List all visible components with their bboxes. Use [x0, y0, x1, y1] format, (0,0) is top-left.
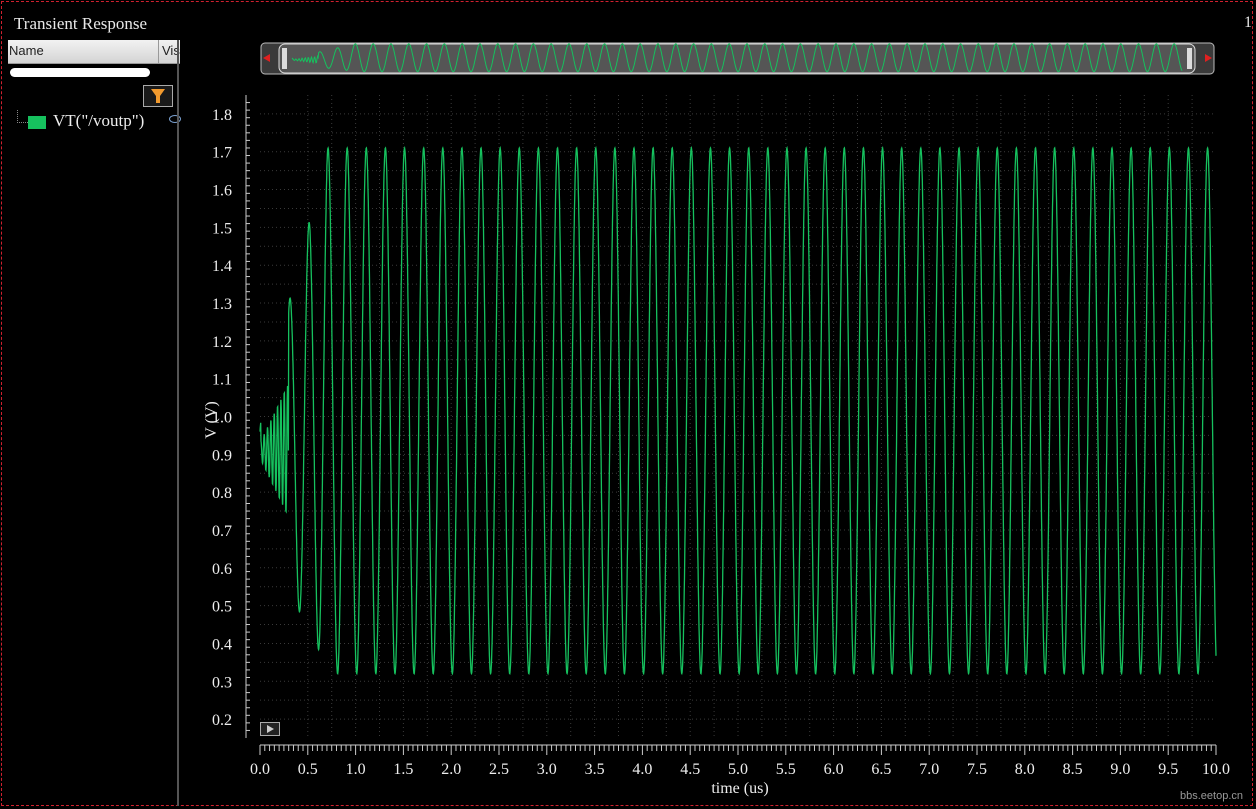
x-tick-label: 0.0 [250, 761, 270, 778]
y-tick-label: 0.7 [212, 523, 232, 540]
x-tick-label: 8.5 [1063, 761, 1083, 778]
x-tick-label: 7.5 [967, 761, 987, 778]
waveform-chart: 0.20.30.40.50.60.70.80.91.01.11.21.31.41… [212, 42, 1230, 778]
y-tick-label: 1.1 [212, 372, 232, 389]
y-tick-label: 1.4 [212, 258, 232, 275]
x-tick-label: 9.5 [1158, 761, 1178, 778]
y-axis-title: V (V) [203, 401, 220, 439]
x-tick-label: 4.5 [680, 761, 700, 778]
x-tick-label: 2.5 [489, 761, 509, 778]
y-tick-label: 1.3 [212, 296, 232, 313]
x-tick-label: 2.0 [441, 761, 461, 778]
x-tick-label: 7.0 [919, 761, 939, 778]
y-tick-label: 0.5 [212, 599, 232, 616]
y-tick-label: 0.8 [212, 485, 232, 502]
watermark: bbs.eetop.cn [1180, 790, 1243, 802]
x-tick-label: 0.5 [298, 761, 318, 778]
play-icon[interactable] [260, 722, 280, 736]
x-tick-label: 10.0 [1202, 761, 1230, 778]
x-tick-label: 9.0 [1110, 761, 1130, 778]
x-tick-label: 5.5 [776, 761, 796, 778]
y-tick-label: 1.6 [212, 183, 232, 200]
x-tick-label: 8.0 [1015, 761, 1035, 778]
x-tick-label: 3.0 [537, 761, 557, 778]
x-tick-label: 1.5 [393, 761, 413, 778]
play-icon-graphic [267, 725, 274, 733]
y-tick-label: 1.8 [212, 107, 232, 124]
x-tick-label: 6.0 [824, 761, 844, 778]
x-axis-title: time (us) [711, 780, 769, 797]
y-tick-label: 0.2 [212, 712, 232, 729]
x-tick-label: 3.5 [585, 761, 605, 778]
y-tick-label: 1.5 [212, 220, 232, 237]
overview-thumb [278, 43, 1196, 74]
y-tick-label: 1.2 [212, 334, 232, 351]
series-voutp-line [259, 145, 1217, 676]
x-tick-label: 6.5 [871, 761, 891, 778]
y-tick-label: 0.6 [212, 561, 232, 578]
x-tick-label: 5.0 [728, 761, 748, 778]
y-tick-label: 1.7 [212, 145, 232, 162]
y-tick-label: 0.4 [212, 636, 232, 653]
overview-left-handle [282, 48, 287, 69]
x-tick-label: 4.0 [632, 761, 652, 778]
overview-right-handle [1187, 48, 1192, 69]
y-tick-label: 0.3 [212, 674, 232, 691]
x-tick-label: 1.0 [346, 761, 366, 778]
